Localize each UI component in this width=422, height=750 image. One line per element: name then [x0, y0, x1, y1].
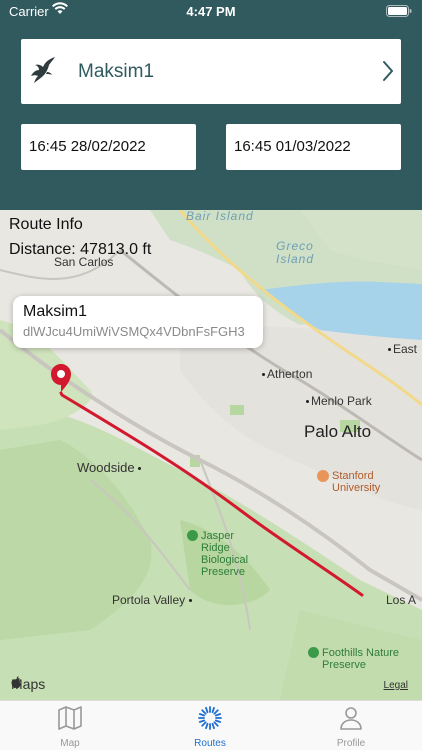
map-background	[0, 210, 422, 700]
park-icon	[308, 647, 319, 658]
los-altos-text: Los A	[386, 593, 417, 607]
map-label-stanford: Stanford University	[317, 470, 397, 494]
end-date-field[interactable]: 16:45 01/03/2022	[226, 124, 401, 170]
map-label-bair-island: Bair Island	[186, 210, 254, 223]
user-selector-button[interactable]: Maksim1	[21, 39, 401, 104]
park-icon	[187, 530, 198, 541]
route-callout[interactable]: Maksim1 dlWJcu4UmiWiVSMQx4VDbnFsFGH3	[13, 296, 263, 348]
map-label-los-altos: Los A	[386, 593, 416, 607]
map-label-portola-valley: Portola Valley	[112, 593, 194, 607]
map-icon	[57, 706, 83, 735]
status-bar: Carrier 4:47 PM	[0, 0, 422, 24]
map-label-palo-alto: Palo Alto	[304, 422, 372, 441]
profile-icon	[338, 707, 364, 735]
map-label-atherton: Atherton	[262, 367, 312, 381]
apple-maps-logo: Maps	[11, 676, 45, 692]
portola-valley-text: Portola Valley	[112, 593, 186, 607]
tab-routes-label: Routes	[194, 738, 226, 749]
eagle-icon	[29, 55, 57, 90]
san-carlos-text: San Carlos	[54, 255, 114, 269]
route-info-title: Route Info	[9, 216, 83, 233]
stanford-icon	[317, 470, 329, 482]
tab-routes[interactable]: Routes	[160, 705, 260, 750]
menlo-park-text: Menlo Park	[311, 394, 372, 408]
jasper-ridge-text: Jasper Ridge Biological Preserve	[201, 530, 249, 578]
atherton-text: Atherton	[267, 367, 313, 381]
clock: 4:47 PM	[186, 4, 236, 19]
battery-icon	[386, 5, 412, 20]
chevron-right-icon	[381, 59, 395, 88]
map-label-east: East	[388, 342, 417, 356]
tab-profile-label: Profile	[336, 738, 366, 749]
start-date-field[interactable]: 16:45 28/02/2022	[21, 124, 196, 170]
tab-map-label: Map	[60, 738, 80, 749]
map-view[interactable]: Route Info Distance: 47813.0 ft Bair Isl…	[0, 210, 422, 700]
map-label-woodside: Woodside	[77, 460, 143, 475]
map-label-menlo-park: Menlo Park	[306, 394, 372, 408]
header: Maksim1 16:45 28/02/2022 16:45 01/03/202…	[0, 24, 422, 210]
woodside-text: Woodside	[77, 460, 135, 475]
tab-profile[interactable]: Profile	[301, 705, 401, 750]
tab-map[interactable]: Map	[20, 705, 120, 750]
legal-link[interactable]: Legal	[384, 680, 408, 691]
tab-bar: Map Routes Profile	[0, 700, 422, 750]
map-label-jasper-ridge: Jasper Ridge Biological Preserve	[187, 530, 267, 578]
callout-title: Maksim1	[23, 303, 88, 320]
routes-icon	[197, 706, 223, 735]
map-label-foothills: Foothills Nature Preserve	[308, 647, 408, 671]
east-text: East	[393, 342, 418, 356]
user-name: Maksim1	[78, 61, 155, 82]
callout-subtitle: dlWJcu4UmiWiVSMQx4VDbnFsFGH3	[23, 324, 245, 339]
map-label-greco-island: Greco Island	[275, 239, 315, 266]
stanford-text: Stanford University	[332, 470, 381, 494]
map-label-san-carlos: San Carlos	[54, 255, 113, 269]
foothills-text: Foothills Nature Preserve	[322, 647, 400, 671]
